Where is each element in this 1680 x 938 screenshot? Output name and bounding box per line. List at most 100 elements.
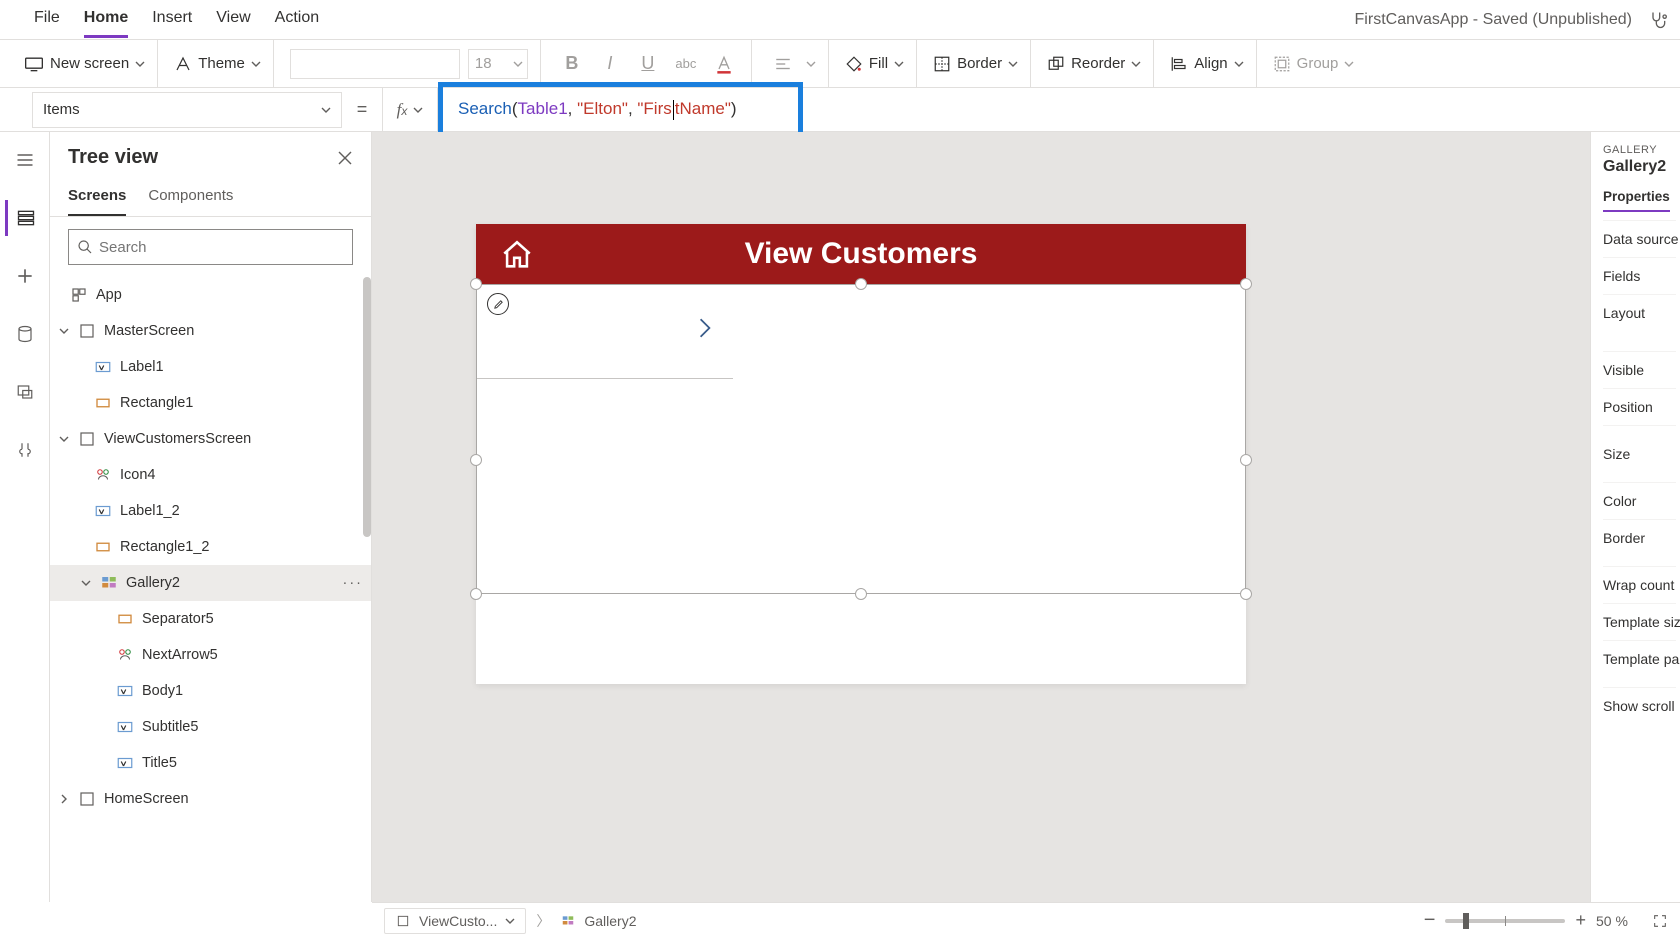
prop-template-size[interactable]: Template size — [1603, 603, 1676, 640]
text-align-button[interactable] — [768, 49, 798, 79]
fx-button[interactable]: fx — [382, 88, 438, 131]
theme-button[interactable]: Theme — [174, 55, 261, 73]
tab-components[interactable]: Components — [148, 179, 233, 216]
font-color-button[interactable] — [709, 49, 739, 79]
tree-item-rect1[interactable]: Rectangle1 — [50, 385, 371, 421]
zoom-in-button[interactable]: + — [1575, 910, 1586, 931]
rail-media[interactable] — [5, 374, 45, 410]
resize-handle[interactable] — [470, 278, 482, 290]
resize-handle[interactable] — [470, 588, 482, 600]
align-icon — [1170, 55, 1188, 73]
search-input[interactable] — [99, 239, 344, 256]
tree-item-label1-2[interactable]: Label1_2 — [50, 493, 371, 529]
gallery-control[interactable] — [476, 284, 1246, 594]
equals-label: = — [342, 99, 382, 120]
next-arrow-icon[interactable] — [697, 317, 713, 339]
menu-action[interactable]: Action — [275, 1, 319, 38]
rail-insert[interactable] — [5, 258, 45, 294]
prop-show-scrollbar[interactable]: Show scroll — [1603, 687, 1676, 724]
close-icon[interactable] — [337, 150, 353, 166]
edit-template-icon[interactable] — [487, 293, 509, 315]
prop-wrap-count[interactable]: Wrap count — [1603, 566, 1676, 603]
tree-item-rect1-2[interactable]: Rectangle1_2 — [50, 529, 371, 565]
prop-size[interactable]: Size — [1603, 425, 1676, 482]
reorder-button[interactable]: Reorder — [1047, 55, 1141, 73]
tree-search[interactable] — [68, 229, 353, 265]
italic-button[interactable]: I — [595, 49, 625, 79]
fit-to-screen-icon[interactable] — [1652, 913, 1668, 929]
tree-label: HomeScreen — [104, 791, 189, 807]
prop-border[interactable]: Border — [1603, 519, 1676, 556]
menu-file[interactable]: File — [34, 1, 60, 38]
resize-handle[interactable] — [855, 278, 867, 290]
tree-item-app[interactable]: App — [50, 277, 371, 313]
breadcrumb-screen[interactable]: ViewCusto... — [384, 908, 526, 934]
tree-label: NextArrow5 — [142, 647, 218, 663]
rail-data[interactable] — [5, 316, 45, 352]
tree-item-icon4[interactable]: Icon4 — [50, 457, 371, 493]
prop-tab-properties[interactable]: Properties — [1603, 189, 1670, 212]
chevron-down-icon — [1131, 59, 1141, 69]
canvas-area[interactable]: View Customers — [372, 132, 1590, 902]
underline-button[interactable]: U — [633, 49, 663, 79]
tree-item-label1[interactable]: Label1 — [50, 349, 371, 385]
tree-item-title5[interactable]: Title5 — [50, 745, 371, 781]
home-icon[interactable] — [500, 238, 534, 272]
rail-tools[interactable] — [5, 432, 45, 468]
menu-home[interactable]: Home — [84, 1, 128, 38]
more-icon[interactable]: ··· — [343, 575, 364, 591]
resize-handle[interactable] — [1240, 588, 1252, 600]
breadcrumb-label: ViewCusto... — [419, 913, 497, 929]
font-family-select[interactable] — [290, 49, 460, 79]
tree-label: Label1_2 — [120, 503, 180, 519]
font-size-select[interactable]: 18 — [468, 49, 528, 79]
chevron-right-icon[interactable] — [58, 793, 70, 805]
prop-template-padding[interactable]: Template pa — [1603, 640, 1676, 677]
tree-scrollbar[interactable] — [363, 277, 371, 902]
prop-datasource[interactable]: Data source — [1603, 220, 1676, 257]
canvas-screen[interactable]: View Customers — [476, 224, 1246, 684]
tab-screens[interactable]: Screens — [68, 179, 126, 216]
property-selector[interactable]: Items — [32, 92, 342, 128]
tree-item-body1[interactable]: Body1 — [50, 673, 371, 709]
app-checker-icon[interactable] — [1648, 10, 1668, 30]
group-button[interactable]: Group — [1273, 55, 1355, 73]
new-screen-button[interactable]: New screen — [24, 55, 145, 72]
chevron-down-icon[interactable] — [80, 577, 92, 589]
breadcrumb-control[interactable]: Gallery2 — [560, 913, 636, 929]
tree-item-viewcustomers[interactable]: ViewCustomersScreen — [50, 421, 371, 457]
tree-item-homescreen[interactable]: HomeScreen — [50, 781, 371, 817]
prop-fields[interactable]: Fields — [1603, 257, 1676, 294]
property-value: Items — [43, 101, 80, 118]
bold-button[interactable]: B — [557, 49, 587, 79]
tree-item-separator5[interactable]: Separator5 — [50, 601, 371, 637]
resize-handle[interactable] — [1240, 454, 1252, 466]
formula-input[interactable]: Search(Table1, "Elton", "FirstName") — [438, 88, 1680, 131]
chevron-down-icon — [1234, 59, 1244, 69]
resize-handle[interactable] — [470, 454, 482, 466]
prop-color[interactable]: Color — [1603, 482, 1676, 519]
chevron-down-icon[interactable] — [58, 433, 70, 445]
resize-handle[interactable] — [1240, 278, 1252, 290]
rail-hamburger[interactable] — [5, 142, 45, 178]
resize-handle[interactable] — [855, 588, 867, 600]
tree-item-subtitle5[interactable]: Subtitle5 — [50, 709, 371, 745]
fill-button[interactable]: Fill — [845, 55, 904, 73]
chevron-down-icon[interactable] — [58, 325, 70, 337]
strikethrough-button[interactable]: abc — [671, 49, 701, 79]
tree-item-masterscreen[interactable]: MasterScreen — [50, 313, 371, 349]
zoom-slider[interactable] — [1445, 919, 1565, 923]
rail-tree-view[interactable] — [5, 200, 45, 236]
tree-item-gallery2[interactable]: Gallery2 ··· — [50, 565, 371, 601]
menu-insert[interactable]: Insert — [152, 1, 192, 38]
gallery-item-template[interactable] — [477, 285, 733, 379]
tree-item-nextarrow5[interactable]: NextArrow5 — [50, 637, 371, 673]
menu-view[interactable]: View — [216, 1, 250, 38]
border-button[interactable]: Border — [933, 55, 1018, 73]
prop-position[interactable]: Position — [1603, 388, 1676, 425]
zoom-slider-thumb[interactable] — [1463, 913, 1469, 929]
zoom-out-button[interactable]: − — [1424, 909, 1436, 932]
prop-visible[interactable]: Visible — [1603, 351, 1676, 388]
prop-layout[interactable]: Layout — [1603, 294, 1676, 331]
align-button[interactable]: Align — [1170, 55, 1243, 73]
